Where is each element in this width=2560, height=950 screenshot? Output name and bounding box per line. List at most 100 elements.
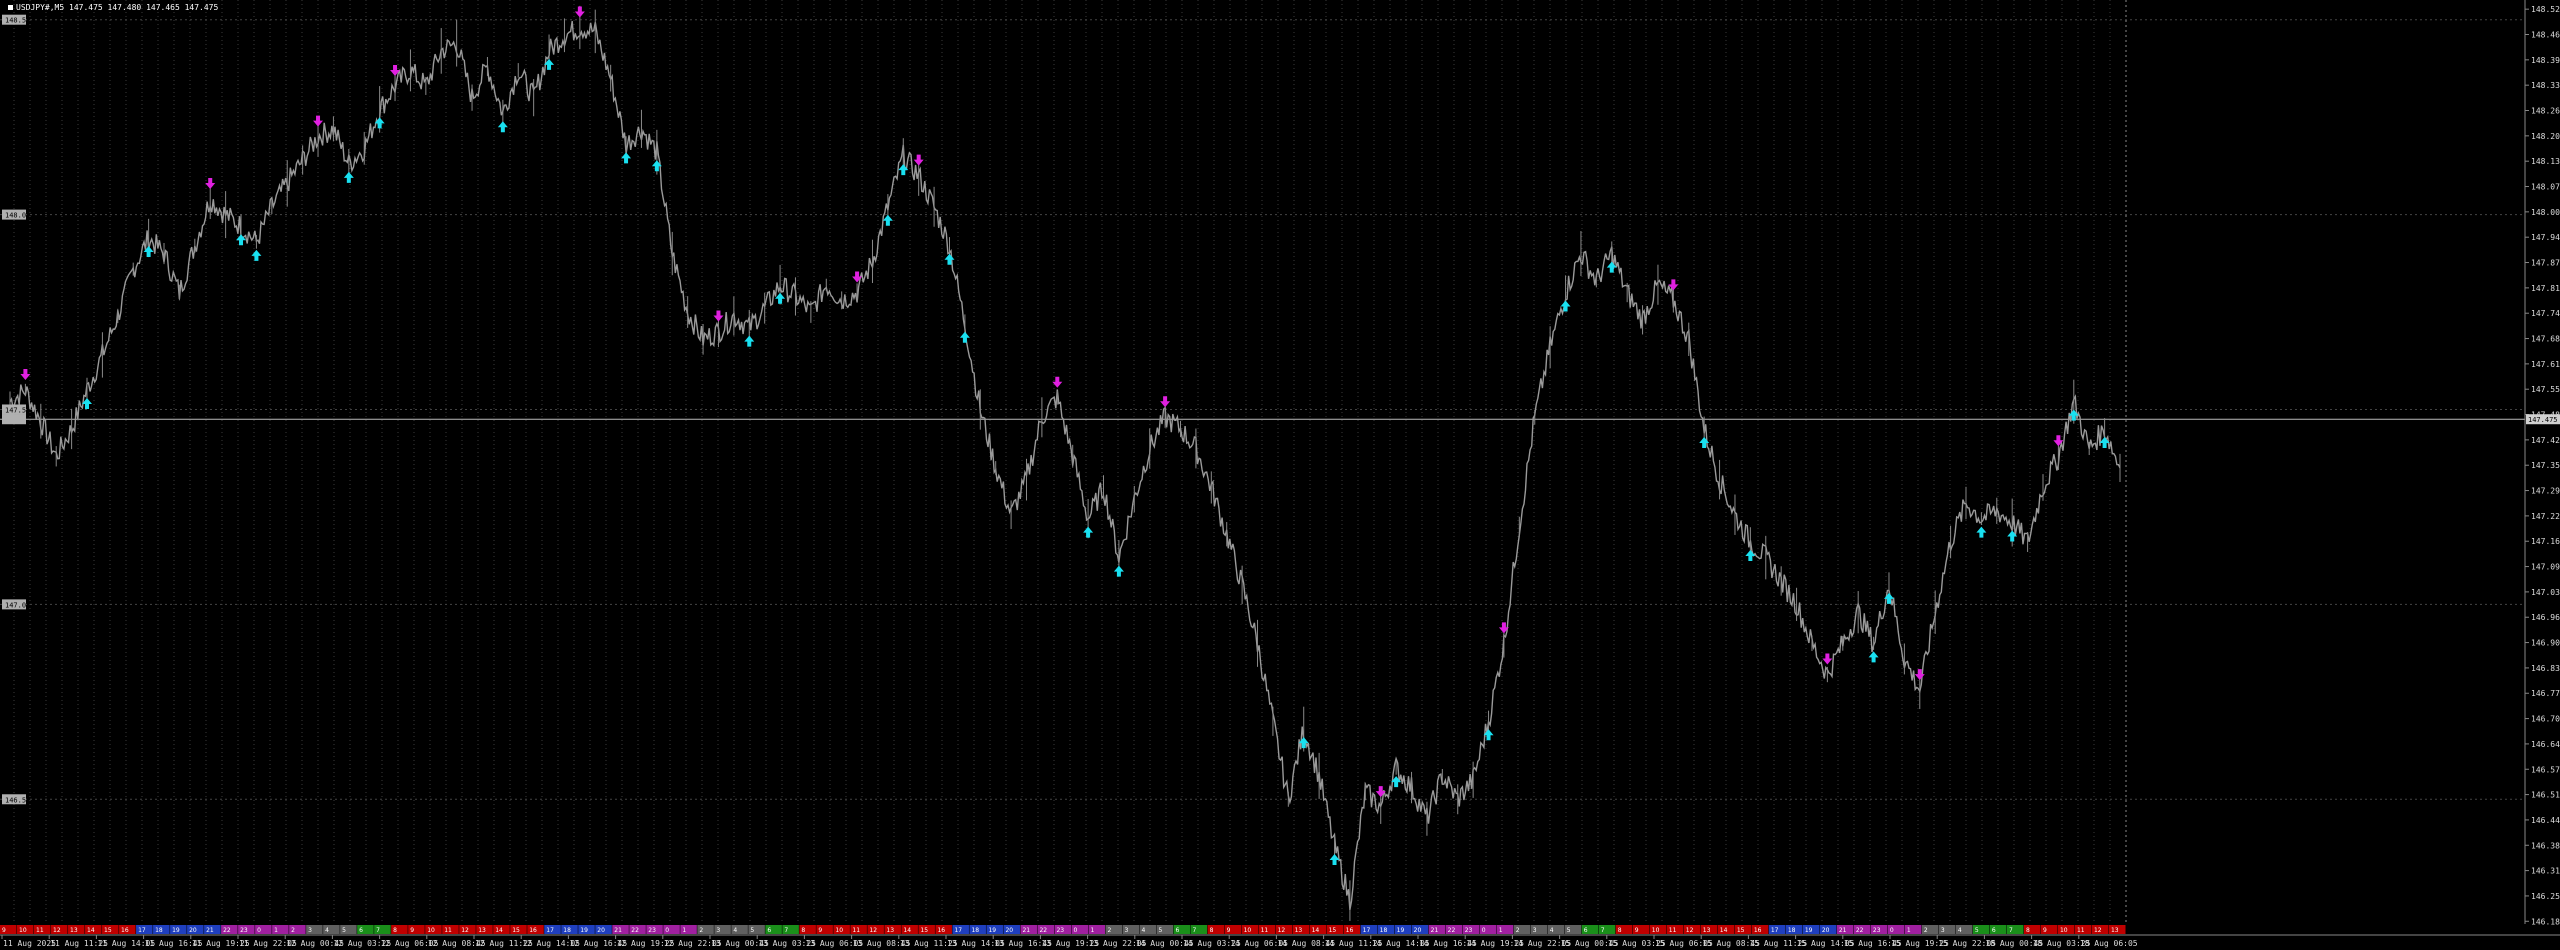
session-cell-label: 18 [971,927,979,934]
session-cell-label: 7 [376,927,380,934]
price-axis-label: 146.577 [2531,765,2560,774]
left-level-label: 148.0 [5,212,26,220]
left-price-box [2,414,26,425]
session-cell-label: 3 [1533,927,1537,934]
price-axis-label: 147.682 [2531,335,2560,344]
price-axis-label: 146.642 [2531,740,2560,749]
session-cell-label: 11 [36,927,44,934]
price-axis-label: 147.747 [2531,309,2560,318]
time-axis-label: 18 Aug 06:05 [2080,939,2138,948]
session-cell-label: 6 [359,927,363,934]
session-cell-label: 5 [1567,927,1571,934]
session-cell-label: 18 [1788,927,1796,934]
session-cell-label: 16 [1346,927,1354,934]
session-cell-label: 15 [1737,927,1745,934]
session-cell-label: 4 [733,927,737,934]
price-axis-label: 147.162 [2531,537,2560,546]
price-axis-label: 147.357 [2531,461,2560,470]
price-axis-label: 146.447 [2531,816,2560,825]
price-axis-label: 146.707 [2531,715,2560,724]
session-cell-label: 16 [1754,927,1762,934]
price-axis-label: 147.942 [2531,233,2560,242]
chart-window[interactable]: 148.5 148.0 147.5 147.0 146.5 146.187 146.252… [0,0,2560,950]
session-cell-label: 14 [1720,927,1728,934]
session-cell-label: 19 [580,927,588,934]
session-cell-label: 23 [648,927,656,934]
session-cell-label: 21 [1839,927,1847,934]
session-cell-label: 10 [19,927,27,934]
session-cell-label: 23 [1056,927,1064,934]
symbol-prices: 147.475 147.480 147.465 147.475 [69,3,219,12]
session-cell-label: 12 [53,927,61,934]
session-cell-label: 0 [1074,927,1078,934]
session-cell-label: 19 [1805,927,1813,934]
session-cell-label: 1 [682,927,686,934]
price-axis-label: 147.812 [2531,284,2560,293]
session-strip: 9 10 11 12 13 14 15 16 17 18 19 20 21 22 23 0 1 2 3 4 5 6 7 8 9 1… [0,925,2126,934]
session-cell-label: 10 [2060,927,2068,934]
session-cell-label: 21 [1431,927,1439,934]
session-cell-label: 1 [1091,927,1095,934]
session-cell-label: 13 [2111,927,2119,934]
session-cell-label: 22 [1856,927,1864,934]
session-cell-label: 15 [920,927,928,934]
session-cell-label: 10 [427,927,435,934]
session-cell-label: 4 [325,927,329,934]
session-cell-label: 20 [1005,927,1013,934]
session-cell-label: 17 [1771,927,1779,934]
session-cell-label: 18 [155,927,163,934]
session-cell-label: 2 [699,927,703,934]
session-cell-label: 14 [1312,927,1320,934]
session-cell-label: 2 [291,927,295,934]
price-axis-label: 147.617 [2531,360,2560,369]
price-axis-label: 146.187 [2531,917,2560,926]
price-axis-label: 147.032 [2531,588,2560,597]
session-cell-label: 8 [2026,927,2030,934]
session-cell-label: 2 [1108,927,1112,934]
session-cell-label: 22 [223,927,231,934]
session-cell-label: 15 [512,927,520,934]
session-cell-label: 8 [393,927,397,934]
price-axis-label: 148.137 [2531,157,2560,166]
session-cell-label: 15 [1329,927,1337,934]
session-cell-label: 20 [1414,927,1422,934]
price-axis-label: 146.382 [2531,841,2560,850]
session-cell-label: 9 [410,927,414,934]
price-axis-label: 148.527 [2531,5,2560,14]
session-cell-label: 11 [1261,927,1269,934]
session-cell-label: 17 [138,927,146,934]
session-cell-label: 2 [1516,927,1520,934]
session-cell-label: 5 [1159,927,1163,934]
session-cell-label: 8 [1210,927,1214,934]
session-cell-label: 12 [869,927,877,934]
session-cell-label: 9 [2,927,6,934]
session-cell-label: 11 [2077,927,2085,934]
session-cell-label: 23 [1465,927,1473,934]
session-cell-label: 3 [1941,927,1945,934]
session-cell-label: 3 [308,927,312,934]
session-cell-label: 7 [784,927,788,934]
session-cell-label: 19 [1397,927,1405,934]
session-cell-label: 19 [988,927,996,934]
session-cell-label: 21 [614,927,622,934]
session-cell-label: 13 [886,927,894,934]
session-cell-label: 18 [1380,927,1388,934]
session-cell-label: 9 [2043,927,2047,934]
left-level-label: 146.5 [5,796,26,804]
session-cell-label: 16 [937,927,945,934]
session-cell-label: 3 [716,927,720,934]
session-cell-label: 5 [750,927,754,934]
session-cell-label: 4 [1142,927,1146,934]
session-cell-label: 6 [767,927,771,934]
price-chart[interactable]: 148.5 148.0 147.5 147.0 146.5 146.187 146.252… [0,0,2560,950]
left-level-label: 147.5 [5,406,26,414]
session-cell-label: 8 [1618,927,1622,934]
session-cell-label: 3 [1125,927,1129,934]
session-cell-label: 10 [1244,927,1252,934]
session-cell-label: 9 [1227,927,1231,934]
session-cell-label: 6 [1992,927,1996,934]
session-cell-label: 14 [495,927,503,934]
session-cell-label: 17 [954,927,962,934]
session-cell-label: 11 [444,927,452,934]
session-cell-label: 12 [1278,927,1286,934]
